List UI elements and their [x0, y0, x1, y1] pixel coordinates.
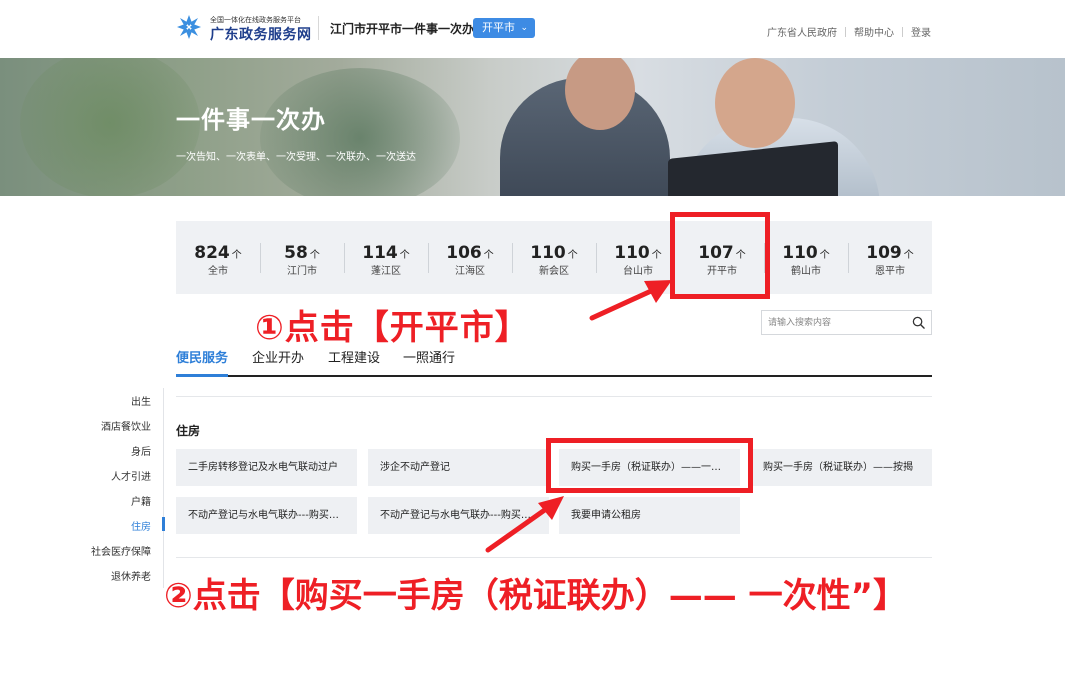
sidebar-item-talent[interactable]: 人才引进 — [111, 468, 151, 483]
stat-jianghai[interactable]: 106 个江海区 — [428, 221, 512, 294]
tab-bianmin[interactable]: 便民服务 — [176, 347, 229, 377]
annotation-step2: ②点击【购买一手房（税证联办）—— 一次性”】 — [164, 576, 907, 616]
link-separator — [845, 27, 846, 37]
header: 全国一体化在线政务服务平台 广东政务服务网 江门市开平市一件事一次办 开平市 ⌄… — [0, 0, 1065, 58]
sidebar-item-catering[interactable]: 酒店餐饮业 — [101, 418, 151, 433]
stat-count: 109 个 — [866, 243, 914, 263]
stat-name: 江海区 — [455, 266, 485, 277]
stat-name: 江门市 — [287, 266, 317, 277]
service-card[interactable]: 涉企不动产登记 — [368, 449, 549, 486]
service-card[interactable]: 不动产登记与水电气联办---购买… — [368, 497, 549, 534]
sidebar: 出生 酒店餐饮业 身后 人才引进 户籍 住房 社会医疗保障 退休养老 — [91, 388, 165, 588]
logo-icon — [177, 15, 201, 39]
service-card[interactable]: 不动产登记与水电气联办---购买… — [176, 497, 357, 534]
top-links: 广东省人民政府 帮助中心 登录 — [767, 24, 931, 39]
chevron-down-icon: ⌄ — [520, 23, 528, 33]
stat-jiangmen[interactable]: 58 个江门市 — [260, 221, 344, 294]
site-title: 江门市开平市一件事一次办 — [330, 22, 475, 36]
service-card[interactable]: 我要申请公租房 — [559, 497, 740, 534]
stat-xinhui[interactable]: 110 个新会区 — [512, 221, 596, 294]
stat-heshan[interactable]: 110 个鹤山市 — [764, 221, 848, 294]
stat-count: 58 个 — [284, 243, 320, 263]
service-card[interactable]: 购买一手房（税证联办）——按揭 — [751, 449, 932, 486]
link-help[interactable]: 帮助中心 — [854, 28, 894, 39]
sidebar-active-marker — [162, 517, 165, 531]
stat-name: 蓬江区 — [371, 266, 401, 277]
header-divider — [318, 16, 319, 40]
banner-bg-foliage — [20, 58, 200, 196]
sidebar-item-medical[interactable]: 社会医疗保障 — [91, 543, 151, 558]
stat-name: 恩平市 — [875, 266, 905, 277]
sidebar-item-retirement[interactable]: 退休养老 — [111, 568, 151, 583]
stat-count: 824 个 — [194, 243, 242, 263]
banner-subtitle: 一次告知、一次表单、一次受理、一次联办、一次送达 — [176, 152, 416, 163]
tab-yizhao[interactable]: 一照通行 — [403, 347, 455, 375]
section-title: 住房 — [176, 424, 201, 438]
stat-count: 106 个 — [446, 243, 494, 263]
region-stats: 824 个全市 58 个江门市 114 个蓬江区 106 个江海区 110 个新会区 11… — [176, 221, 932, 294]
stat-quanshi[interactable]: 824 个全市 — [176, 221, 260, 294]
stat-name: 全市 — [208, 266, 228, 277]
stat-enping[interactable]: 109 个恩平市 — [848, 221, 932, 294]
banner-title: 一件事一次办 — [176, 106, 326, 134]
highlight-box-kaiping — [670, 212, 770, 299]
stat-pengjiang[interactable]: 114 个蓬江区 — [344, 221, 428, 294]
sidebar-item-birth[interactable]: 出生 — [131, 393, 151, 408]
annotation-step1: ①点击【开平市】 — [255, 308, 530, 348]
search-icon[interactable] — [912, 316, 925, 329]
sidebar-item-housing[interactable]: 住房 — [131, 518, 151, 533]
city-select-label: 开平市 — [482, 21, 515, 34]
sidebar-item-afterlife[interactable]: 身后 — [131, 443, 151, 458]
city-select[interactable]: 开平市 ⌄ — [473, 18, 535, 38]
search-input[interactable] — [768, 315, 908, 331]
content-divider — [176, 396, 932, 397]
stat-name: 新会区 — [539, 266, 569, 277]
logo-title[interactable]: 广东政务服务网 — [210, 24, 312, 44]
stat-name: 台山市 — [623, 266, 653, 277]
stat-count: 110 个 — [530, 243, 578, 263]
category-tabs: 便民服务 企业开办 工程建设 一照通行 — [176, 347, 932, 377]
service-card[interactable]: 二手房转移登记及水电气联动过户 — [176, 449, 357, 486]
highlight-box-card — [546, 438, 753, 493]
stat-name: 鹤山市 — [791, 266, 821, 277]
banner-person-head — [715, 58, 795, 148]
stat-taishan[interactable]: 110 个台山市 — [596, 221, 680, 294]
hero-banner: 一件事一次办 一次告知、一次表单、一次受理、一次联办、一次送达 — [0, 58, 1065, 196]
stat-count: 114 个 — [362, 243, 410, 263]
sidebar-item-household[interactable]: 户籍 — [131, 493, 151, 508]
link-separator — [902, 27, 903, 37]
link-login[interactable]: 登录 — [911, 28, 931, 39]
stat-count: 110 个 — [614, 243, 662, 263]
link-gov[interactable]: 广东省人民政府 — [767, 28, 837, 39]
tab-gongcheng[interactable]: 工程建设 — [328, 347, 380, 375]
tab-qiye[interactable]: 企业开办 — [252, 347, 304, 375]
content-divider — [176, 557, 932, 558]
banner-tablet — [668, 141, 838, 196]
search-box — [761, 310, 932, 335]
stat-count: 110 个 — [782, 243, 830, 263]
